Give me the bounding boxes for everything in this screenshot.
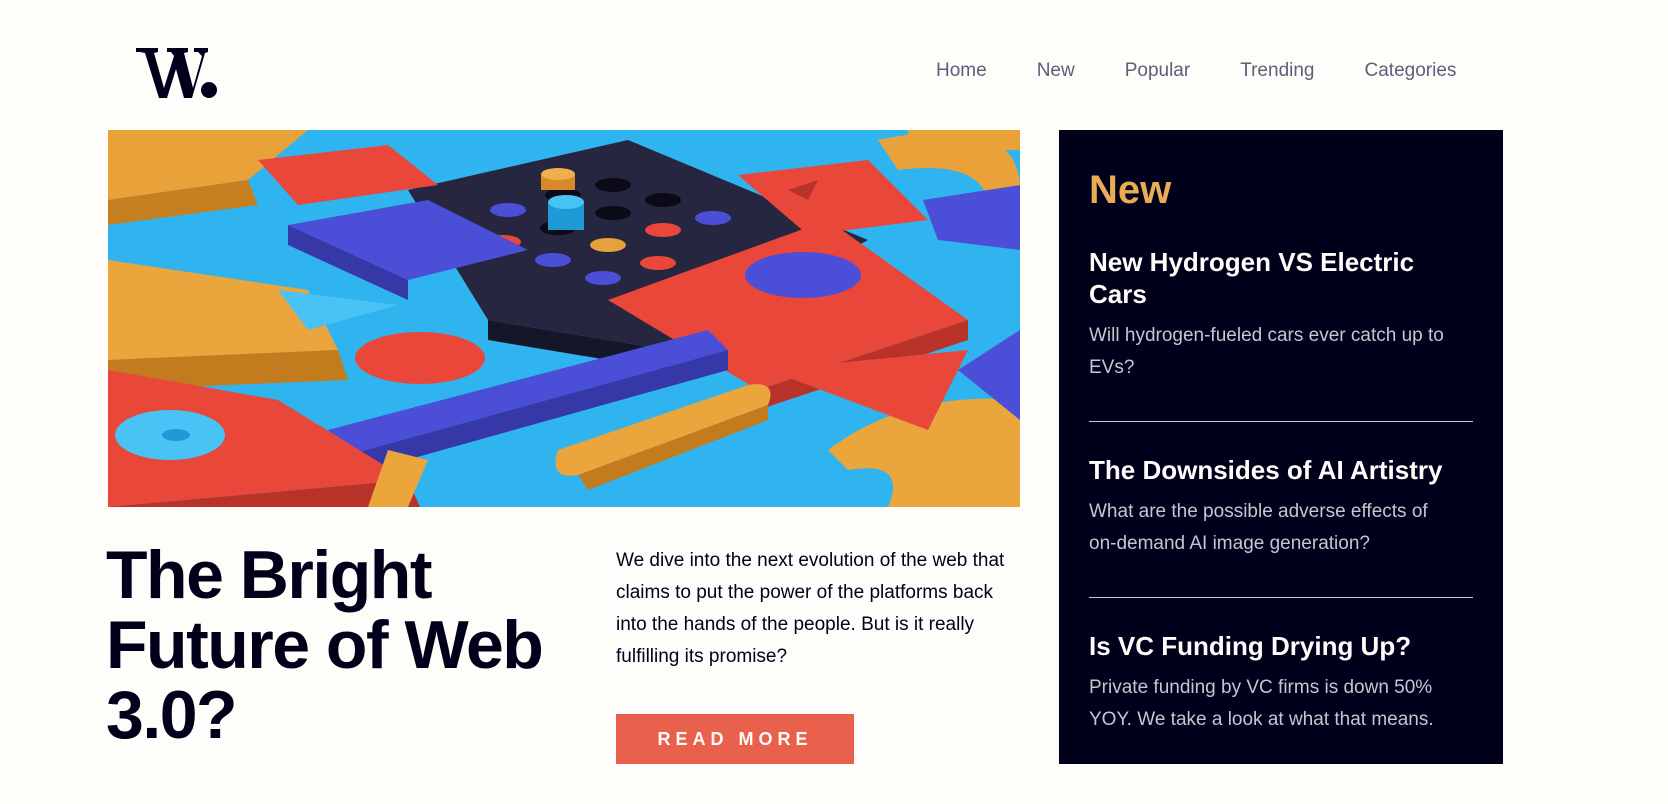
nav-item-trending[interactable]: Trending	[1240, 60, 1314, 82]
logo-icon	[136, 48, 217, 98]
news-item-description: What are the possible adverse effects of…	[1089, 501, 1428, 554]
page: Home New Popular Trending Categories The…	[0, 0, 1668, 804]
news-item-description: Will hydrogen-fueled cars ever catch up …	[1089, 325, 1444, 378]
read-more-button[interactable]: READ MORE	[616, 714, 854, 764]
nav-item-popular[interactable]: Popular	[1125, 60, 1191, 82]
news-item-title[interactable]: The Downsides of AI Artistry	[1089, 454, 1473, 486]
article-intro: We dive into the next evolution of the w…	[616, 550, 1005, 667]
news-item: New Hydrogen VS Electric Cars Will hydro…	[1089, 214, 1473, 422]
sidebar-title: New	[1089, 168, 1172, 212]
logo[interactable]	[136, 36, 220, 106]
main-nav: Home New Popular Trending Categories	[936, 60, 1456, 82]
nav-item-categories[interactable]: Categories	[1365, 60, 1457, 82]
page-title: The Bright Future of Web 3.0?	[106, 537, 544, 753]
news-item-description: Private funding by VC firms is down 50% …	[1089, 677, 1434, 730]
nav-item-new[interactable]: New	[1037, 60, 1075, 82]
nav-item-home[interactable]: Home	[936, 60, 987, 82]
news-item-title[interactable]: Is VC Funding Drying Up?	[1089, 630, 1473, 662]
new-articles-sidebar: New New Hydrogen VS Electric Cars Will h…	[1059, 130, 1503, 764]
hero-image	[108, 130, 1020, 507]
abstract-3d-shapes-image-icon	[108, 130, 1020, 507]
news-item: The Downsides of AI Artistry What are th…	[1089, 422, 1473, 598]
news-item: Is VC Funding Drying Up? Private funding…	[1089, 598, 1473, 773]
news-item-title[interactable]: New Hydrogen VS Electric Cars	[1089, 246, 1473, 310]
